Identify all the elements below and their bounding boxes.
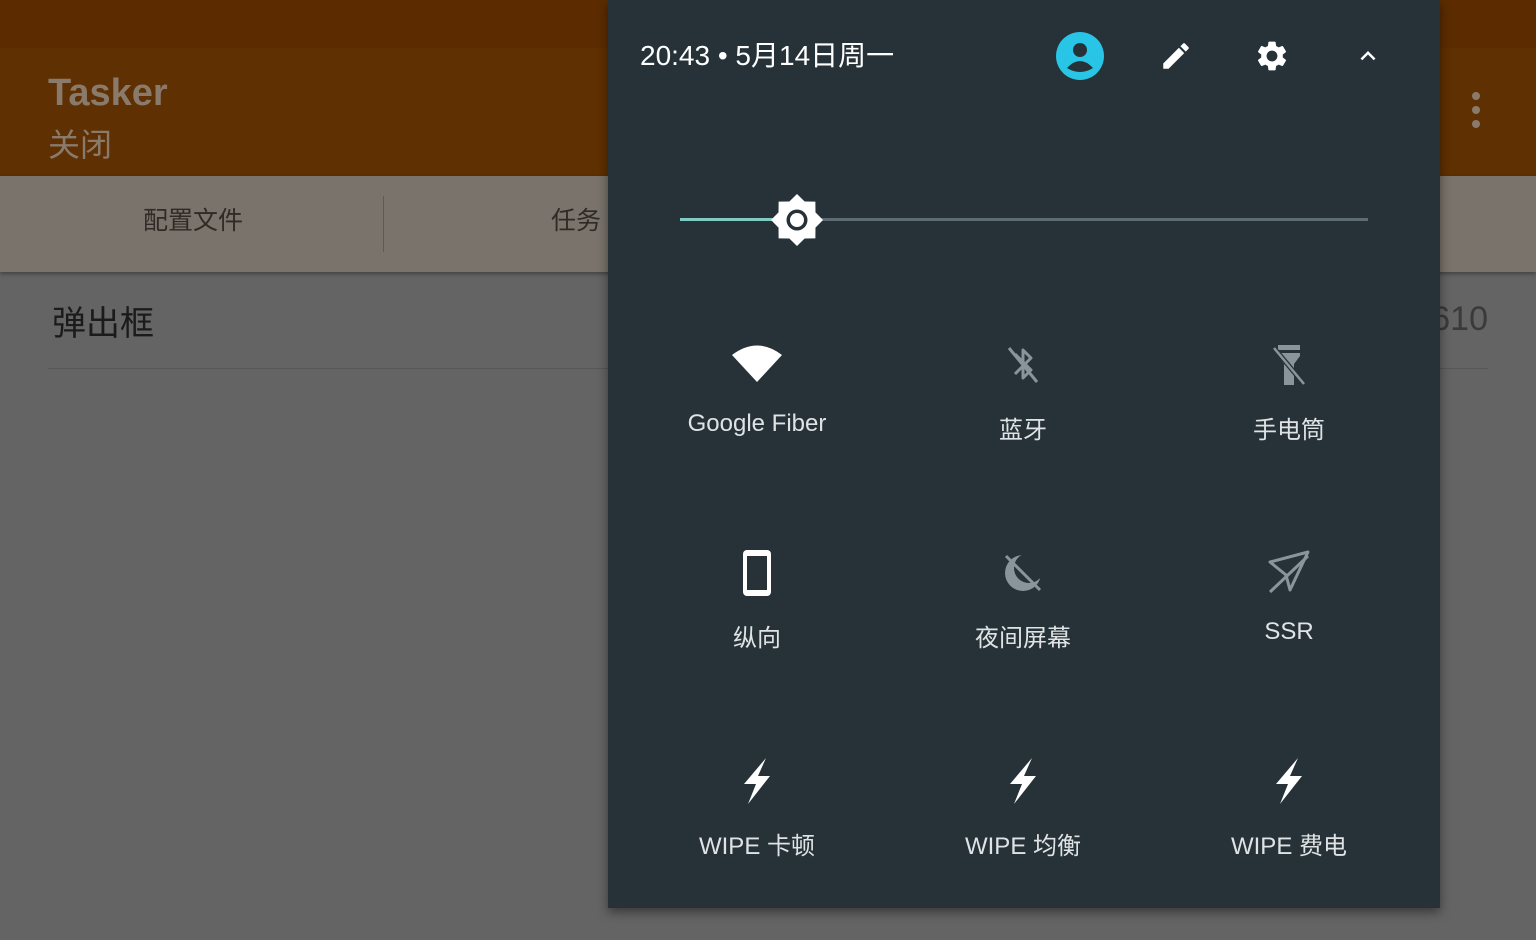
tile-label: WIPE 费电 [1230,833,1347,860]
tab-divider [383,196,384,252]
tab-profiles[interactable]: 配置文件 [143,176,243,272]
tile-label: 手电筒 [1253,417,1325,444]
ssr-off-icon [1268,550,1310,594]
tile-ssr[interactable]: SSR [1156,526,1422,726]
quick-settings-panel: 20:43 • 5月14日周一 Google Fiber 蓝牙 手电筒 纵向 夜… [608,0,1440,908]
settings-gear-icon[interactable] [1248,32,1296,80]
overflow-menu-icon[interactable] [1466,92,1486,132]
tile-wifi[interactable]: Google Fiber [624,318,890,518]
wifi-icon [732,345,782,382]
lightning-icon [1276,758,1302,804]
brightness-slider[interactable] [680,194,1368,246]
tile-wipe-balanced[interactable]: WIPE 均衡 [890,734,1156,934]
list-item-title[interactable]: 弹出框 [52,296,154,345]
collapse-chevron-up-icon[interactable] [1344,32,1392,80]
user-account-icon[interactable] [1056,32,1104,80]
tile-label: WIPE 卡顿 [698,833,815,860]
portrait-phone-icon [743,550,771,596]
tile-night-screen[interactable]: 夜间屏幕 [890,526,1156,726]
tab-tasks[interactable]: 任务 [551,176,601,272]
lightning-icon [744,758,770,804]
tile-orientation[interactable]: 纵向 [624,526,890,726]
tile-label: 夜间屏幕 [975,625,1071,652]
flashlight-off-icon [1272,345,1306,386]
clock-date: 20:43 • 5月14日周一 [640,40,895,71]
tile-bluetooth[interactable]: 蓝牙 [890,318,1156,518]
tile-label: WIPE 均衡 [964,833,1081,860]
lightning-icon [1010,758,1036,804]
app-subtitle: 关闭 [48,127,113,163]
tile-wipe-lag[interactable]: WIPE 卡顿 [624,734,890,934]
app-title: Tasker [48,72,168,114]
tile-label: 蓝牙 [999,417,1047,444]
tile-label: Google Fiber [687,410,827,437]
tile-label: SSR [1264,618,1314,645]
edit-pencil-icon[interactable] [1152,32,1200,80]
bluetooth-off-icon [1007,347,1039,383]
tile-wipe-power[interactable]: WIPE 费电 [1156,734,1422,934]
tile-label: 纵向 [733,625,781,652]
tile-flashlight[interactable]: 手电筒 [1156,318,1422,518]
night-screen-off-icon [1004,553,1044,592]
brightness-icon[interactable] [770,194,823,246]
